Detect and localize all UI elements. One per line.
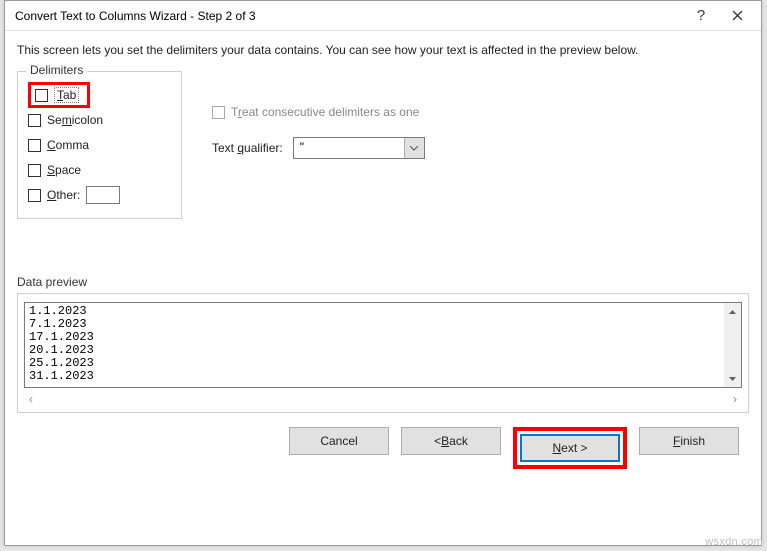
comma-checkbox[interactable]: [28, 139, 41, 152]
cancel-button[interactable]: Cancel: [289, 427, 389, 455]
scroll-left-button[interactable]: ‹: [24, 392, 38, 406]
preview-line: 1.1.2023: [29, 305, 737, 318]
help-button[interactable]: ?: [683, 2, 719, 30]
next-highlight: Next >: [513, 427, 627, 469]
qualifier-select[interactable]: ": [293, 137, 425, 159]
close-icon: [732, 10, 743, 21]
vertical-scrollbar[interactable]: [724, 303, 741, 387]
other-label[interactable]: Other:: [47, 188, 80, 202]
preview-text: 1.1.2023 7.1.2023 17.1.2023 20.1.2023 25…: [24, 302, 742, 388]
tab-highlight: Tab: [28, 82, 90, 108]
horizontal-scrollbar[interactable]: ‹ ›: [24, 390, 742, 407]
back-button[interactable]: < Back: [401, 427, 501, 455]
qualifier-label: Text qualifier:: [212, 141, 283, 155]
titlebar: Convert Text to Columns Wizard - Step 2 …: [5, 1, 761, 31]
delimiters-group: Delimiters Tab Semicolon Comma: [17, 71, 182, 219]
other-input[interactable]: [86, 186, 120, 204]
comma-label[interactable]: Comma: [47, 138, 89, 152]
scroll-down-button[interactable]: [724, 370, 741, 387]
chevron-down-icon: [410, 146, 418, 151]
preview-box: 1.1.2023 7.1.2023 17.1.2023 20.1.2023 25…: [17, 293, 749, 413]
description-text: This screen lets you set the delimiters …: [17, 43, 749, 57]
button-row: Cancel < Back Next > Finish: [5, 413, 761, 483]
close-button[interactable]: [719, 2, 755, 30]
space-checkbox[interactable]: [28, 164, 41, 177]
qualifier-dropdown-button[interactable]: [404, 138, 424, 158]
next-button[interactable]: Next >: [520, 434, 620, 462]
wizard-window: Convert Text to Columns Wizard - Step 2 …: [4, 0, 762, 546]
preview-line: 7.1.2023: [29, 318, 737, 331]
window-title: Convert Text to Columns Wizard - Step 2 …: [15, 9, 683, 23]
finish-button[interactable]: Finish: [639, 427, 739, 455]
chevron-up-icon: [729, 310, 736, 314]
preview-legend: Data preview: [17, 275, 749, 289]
tab-label[interactable]: Tab: [54, 87, 79, 103]
delimiters-legend: Delimiters: [26, 63, 87, 77]
semicolon-checkbox[interactable]: [28, 114, 41, 127]
chevron-down-icon: [729, 377, 736, 381]
consecutive-label[interactable]: Treat consecutive delimiters as one: [231, 105, 419, 119]
other-checkbox[interactable]: [28, 189, 41, 202]
scroll-up-button[interactable]: [724, 303, 741, 320]
tab-checkbox[interactable]: [35, 89, 48, 102]
scroll-right-button[interactable]: ›: [728, 392, 742, 406]
space-label[interactable]: Space: [47, 163, 81, 177]
consecutive-checkbox[interactable]: [212, 106, 225, 119]
preview-line: 20.1.2023: [29, 344, 737, 357]
preview-line: 17.1.2023: [29, 331, 737, 344]
right-options: Treat consecutive delimiters as one Text…: [212, 71, 425, 159]
preview-line: 25.1.2023: [29, 357, 737, 370]
semicolon-label[interactable]: Semicolon: [47, 113, 103, 127]
content-area: This screen lets you set the delimiters …: [5, 31, 761, 413]
watermark: wsxdn.com: [705, 536, 763, 548]
preview-line: 31.1.2023: [29, 370, 737, 383]
qualifier-value: ": [294, 138, 404, 158]
